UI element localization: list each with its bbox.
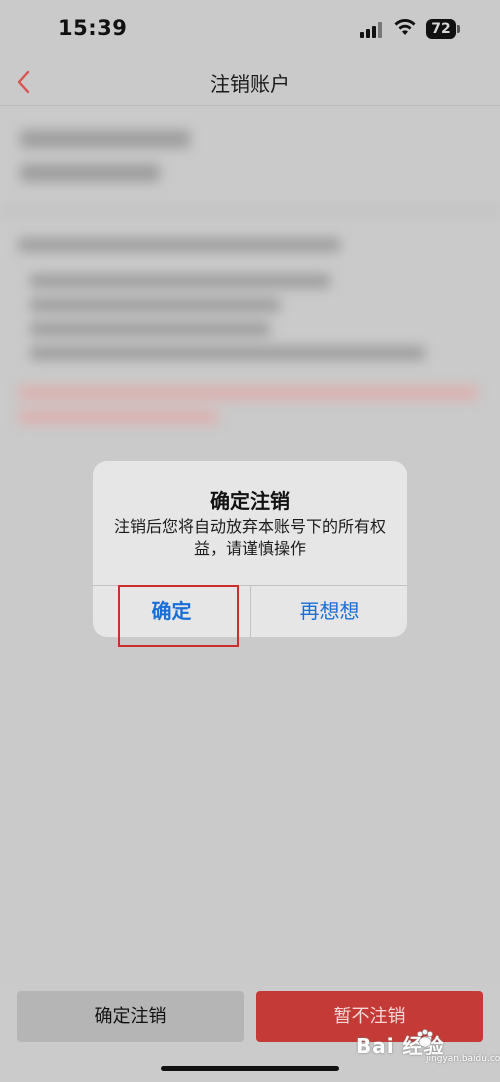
dialog-message: 注销后您将自动放弃本账号下的所有权益，请谨慎操作 — [113, 517, 386, 558]
home-indicator[interactable] — [161, 1066, 339, 1071]
baidu-watermark: Bai 经验 jingyan.baidu.com — [356, 1024, 500, 1068]
battery-level: 72 — [426, 19, 456, 39]
wifi-icon — [394, 19, 416, 35]
dialog-rethink-button[interactable]: 再想想 — [251, 586, 407, 637]
battery-icon: 72 — [426, 19, 460, 39]
confirm-cancel-account-button[interactable]: 确定注销 — [17, 991, 244, 1042]
paw-icon — [417, 1029, 433, 1048]
highlight-annotation — [118, 585, 239, 647]
nav-bar: 注销账户 — [0, 58, 500, 106]
watermark-url: jingyan.baidu.com — [426, 1054, 500, 1064]
screen: 15:39 72 注销账户 确定注销 注销后您将自动放弃本账号下的所有权益，请谨… — [0, 0, 500, 1082]
status-bar: 15:39 72 — [0, 0, 500, 58]
status-time: 15:39 — [58, 16, 128, 40]
dialog-title: 确定注销 — [210, 489, 290, 513]
page-title: 注销账户 — [210, 72, 290, 96]
cellular-signal-icon — [360, 22, 384, 38]
